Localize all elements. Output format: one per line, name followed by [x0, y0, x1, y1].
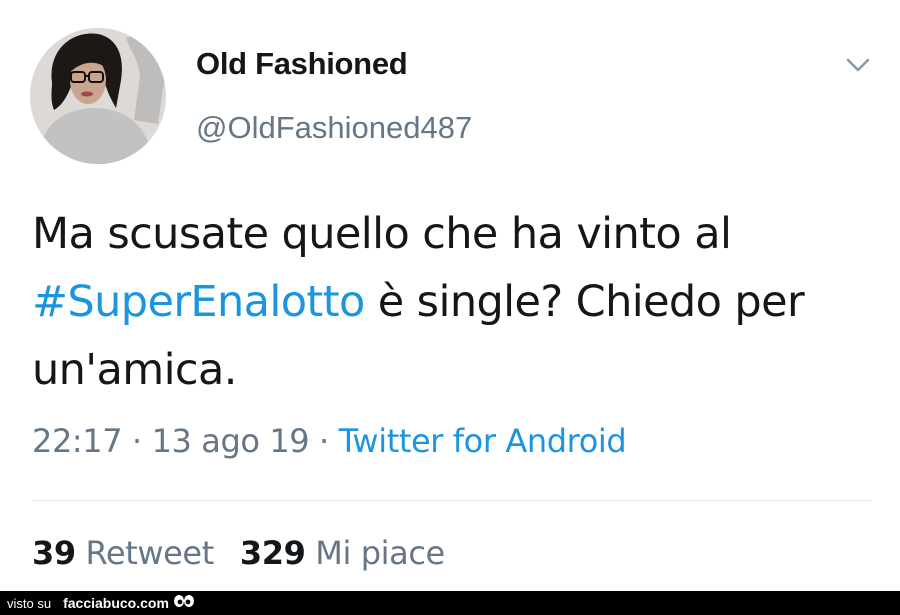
- tweet-text-part1: Ma scusate quello che ha vinto al: [32, 209, 732, 259]
- hashtag-link[interactable]: #SuperEnalotto: [32, 277, 365, 327]
- like-label: Mi piace: [315, 534, 445, 572]
- like-count: 329: [239, 534, 306, 572]
- tweet-card: Old Fashioned @OldFashioned487 Ma scusat…: [0, 0, 900, 591]
- meta-separator: ·: [122, 422, 152, 460]
- tweet-source-link[interactable]: Twitter for Android: [339, 422, 627, 460]
- watermark-footer: visto su facciabuco.com: [0, 591, 900, 615]
- divider: [32, 500, 872, 501]
- user-handle[interactable]: @OldFashioned487: [196, 110, 472, 146]
- like-stat[interactable]: 329 Mi piace: [240, 534, 445, 572]
- chevron-down-icon: [846, 58, 870, 72]
- brand-name[interactable]: facciabuco.com: [63, 595, 169, 611]
- avatar[interactable]: [30, 28, 166, 164]
- retweet-label: Retweet: [85, 534, 215, 572]
- tweet-text: Ma scusate quello che ha vinto al #SuperE…: [32, 200, 872, 404]
- avatar-image: [30, 28, 166, 164]
- tweet-menu-button[interactable]: [843, 54, 873, 76]
- seen-on-label: visto su: [7, 595, 52, 611]
- retweet-count: 39: [32, 534, 76, 572]
- eyes-logo-icon: [173, 594, 195, 613]
- display-name[interactable]: Old Fashioned: [196, 46, 408, 82]
- tweet-time[interactable]: 22:17: [32, 422, 123, 460]
- meta-separator: ·: [309, 422, 339, 460]
- tweet-date[interactable]: 13 ago 19: [152, 422, 310, 460]
- tweet-metadata: 22:17 · 13 ago 19 · Twitter for Android: [32, 422, 627, 460]
- retweet-stat[interactable]: 39 Retweet: [32, 534, 214, 572]
- tweet-stats: 39 Retweet 329 Mi piace: [32, 534, 445, 572]
